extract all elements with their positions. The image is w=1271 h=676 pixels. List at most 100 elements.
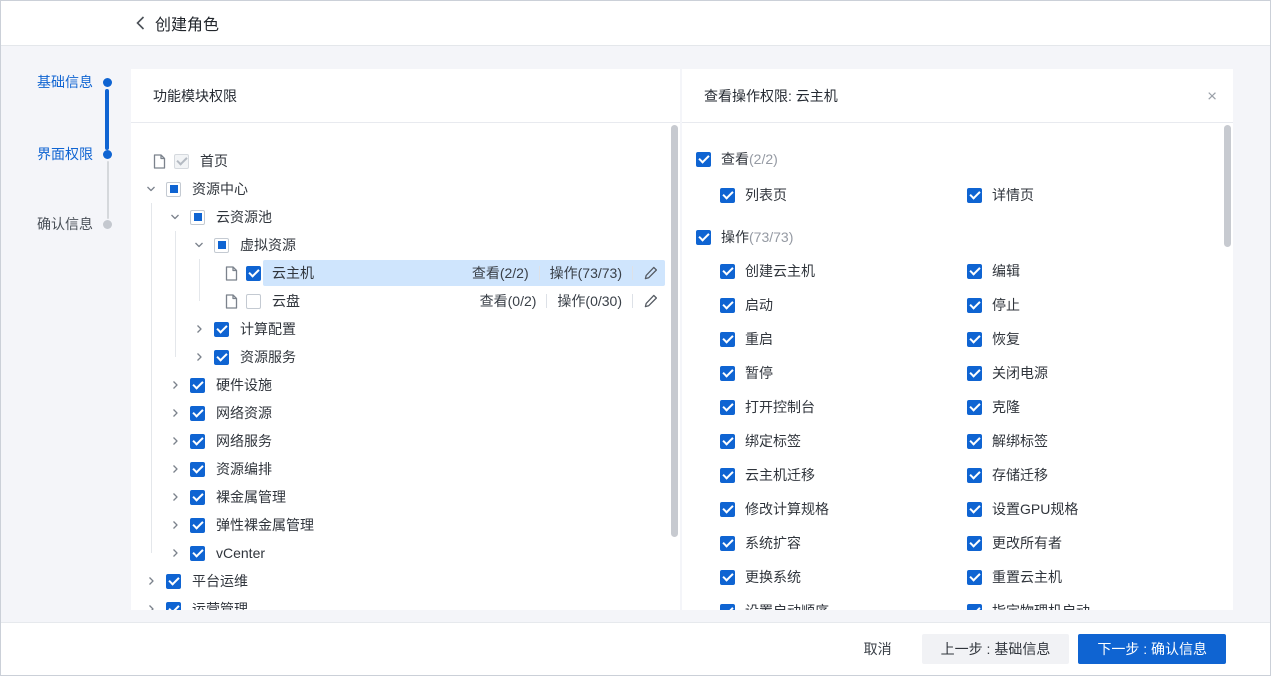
caret-right-icon[interactable] xyxy=(169,463,181,475)
permission-item[interactable]: 创建云主机 xyxy=(720,260,967,282)
permission-checkbox[interactable] xyxy=(720,536,735,551)
permission-item[interactable]: 更改所有者 xyxy=(967,532,1214,554)
permission-checkbox[interactable] xyxy=(967,332,982,347)
tree-checkbox[interactable] xyxy=(214,350,229,365)
next-step-button[interactable]: 下一步 : 确认信息 xyxy=(1078,634,1226,664)
tree-checkbox[interactable] xyxy=(190,406,205,421)
tree-checkbox[interactable] xyxy=(190,546,205,561)
tree-row[interactable]: 计算配置 xyxy=(131,315,665,343)
caret-right-icon[interactable] xyxy=(169,407,181,419)
permission-checkbox[interactable] xyxy=(967,570,982,585)
tree-row[interactable]: vCenter xyxy=(131,539,665,567)
permission-item[interactable]: 停止 xyxy=(967,294,1214,316)
tree-checkbox[interactable] xyxy=(190,210,205,225)
tree-row[interactable]: 资源中心 xyxy=(131,175,665,203)
permission-item[interactable]: 指定物理机启动 xyxy=(967,600,1214,610)
tree-checkbox[interactable] xyxy=(190,378,205,393)
permission-checkbox[interactable] xyxy=(720,570,735,585)
permission-checkbox[interactable] xyxy=(967,366,982,381)
permission-checkbox[interactable] xyxy=(720,434,735,449)
tree-row[interactable]: 网络资源 xyxy=(131,399,665,427)
permission-checkbox[interactable] xyxy=(720,264,735,279)
permission-checkbox[interactable] xyxy=(720,332,735,347)
step-basic-info[interactable]: 基础信息 xyxy=(13,74,93,90)
caret-down-icon[interactable] xyxy=(193,239,205,251)
permission-item[interactable]: 绑定标签 xyxy=(720,430,967,452)
tree-checkbox[interactable] xyxy=(190,462,205,477)
permission-item[interactable]: 解绑标签 xyxy=(967,430,1214,452)
prev-step-button[interactable]: 上一步 : 基础信息 xyxy=(922,634,1070,664)
tree-row[interactable]: 资源服务 xyxy=(131,343,665,371)
permission-item[interactable]: 系统扩容 xyxy=(720,532,967,554)
permission-item[interactable]: 克隆 xyxy=(967,396,1214,418)
permission-item[interactable]: 重置云主机 xyxy=(967,566,1214,588)
permission-checkbox[interactable] xyxy=(967,604,982,611)
close-icon[interactable]: × xyxy=(1207,87,1217,104)
permission-item[interactable]: 列表页 xyxy=(720,184,967,206)
permission-item[interactable]: 启动 xyxy=(720,294,967,316)
permission-checkbox[interactable] xyxy=(720,502,735,517)
tree-checkbox[interactable] xyxy=(246,266,261,281)
permission-checkbox[interactable] xyxy=(967,298,982,313)
tree-checkbox[interactable] xyxy=(166,574,181,589)
permission-group-checkbox[interactable] xyxy=(696,152,711,167)
module-tree-scrollbar[interactable] xyxy=(671,125,678,537)
tree-row[interactable]: 云主机查看(2/2)操作(73/73) xyxy=(131,259,665,287)
permission-group-checkbox[interactable] xyxy=(696,230,711,245)
permission-checkbox[interactable] xyxy=(720,188,735,203)
tree-checkbox[interactable] xyxy=(166,182,181,197)
tree-row[interactable]: 云盘查看(0/2)操作(0/30) xyxy=(131,287,665,315)
caret-right-icon[interactable] xyxy=(169,379,181,391)
permission-item[interactable]: 打开控制台 xyxy=(720,396,967,418)
caret-right-icon[interactable] xyxy=(169,547,181,559)
tree-checkbox[interactable] xyxy=(246,294,261,309)
tree-checkbox[interactable] xyxy=(214,322,229,337)
tree-checkbox[interactable] xyxy=(190,518,205,533)
caret-right-icon[interactable] xyxy=(169,519,181,531)
permission-item[interactable]: 设置GPU规格 xyxy=(967,498,1214,520)
permission-checkbox[interactable] xyxy=(720,468,735,483)
tree-row[interactable]: 裸金属管理 xyxy=(131,483,665,511)
permission-item[interactable]: 云主机迁移 xyxy=(720,464,967,486)
step-confirm-info[interactable]: 确认信息 xyxy=(13,216,93,232)
step-ui-permission[interactable]: 界面权限 xyxy=(13,146,93,162)
permission-item[interactable]: 存储迁移 xyxy=(967,464,1214,486)
permission-item[interactable]: 重启 xyxy=(720,328,967,350)
permission-item[interactable]: 设置启动顺序 xyxy=(720,600,967,610)
permission-checkbox[interactable] xyxy=(967,502,982,517)
caret-right-icon[interactable] xyxy=(145,575,157,587)
edit-permission-button[interactable] xyxy=(643,293,659,309)
tree-row[interactable]: 网络服务 xyxy=(131,427,665,455)
back-button[interactable] xyxy=(131,14,149,32)
permission-checkbox[interactable] xyxy=(967,434,982,449)
caret-right-icon[interactable] xyxy=(193,351,205,363)
tree-row[interactable]: 硬件设施 xyxy=(131,371,665,399)
permission-checkbox[interactable] xyxy=(967,468,982,483)
edit-permission-button[interactable] xyxy=(643,265,659,281)
permission-checkbox[interactable] xyxy=(967,536,982,551)
permission-item[interactable]: 编辑 xyxy=(967,260,1214,282)
tree-checkbox[interactable] xyxy=(214,238,229,253)
detail-panel-scrollbar[interactable] xyxy=(1224,125,1231,247)
permission-item[interactable]: 更换系统 xyxy=(720,566,967,588)
tree-row[interactable]: 弹性裸金属管理 xyxy=(131,511,665,539)
permission-checkbox[interactable] xyxy=(967,264,982,279)
permission-item[interactable]: 暂停 xyxy=(720,362,967,384)
tree-row[interactable]: 资源编排 xyxy=(131,455,665,483)
permission-item[interactable]: 恢复 xyxy=(967,328,1214,350)
permission-checkbox[interactable] xyxy=(720,604,735,611)
permission-item[interactable]: 修改计算规格 xyxy=(720,498,967,520)
permission-checkbox[interactable] xyxy=(720,366,735,381)
permission-checkbox[interactable] xyxy=(720,298,735,313)
permission-checkbox[interactable] xyxy=(720,400,735,415)
permission-checkbox[interactable] xyxy=(967,188,982,203)
caret-right-icon[interactable] xyxy=(169,491,181,503)
caret-right-icon[interactable] xyxy=(193,323,205,335)
tree-checkbox[interactable] xyxy=(166,602,181,611)
caret-down-icon[interactable] xyxy=(169,211,181,223)
permission-checkbox[interactable] xyxy=(967,400,982,415)
permission-item[interactable]: 关闭电源 xyxy=(967,362,1214,384)
tree-checkbox[interactable] xyxy=(190,490,205,505)
tree-row[interactable]: 虚拟资源 xyxy=(131,231,665,259)
caret-right-icon[interactable] xyxy=(145,603,157,610)
